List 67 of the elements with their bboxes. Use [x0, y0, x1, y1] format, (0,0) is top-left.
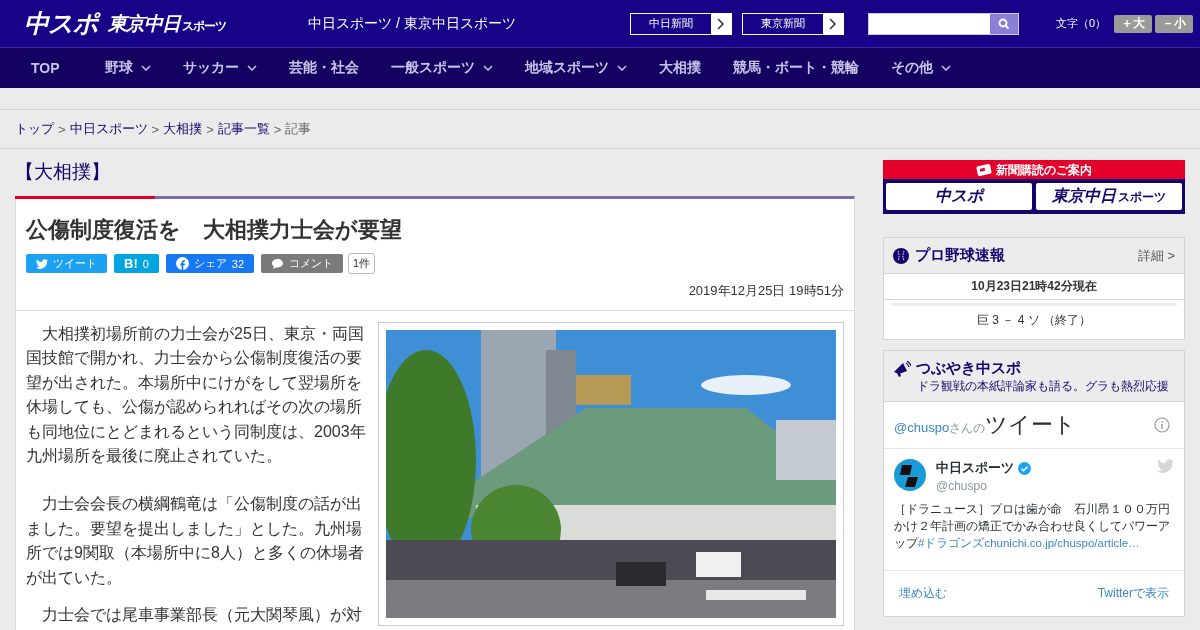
timeline-link[interactable]: Twitterで表示	[1097, 585, 1169, 602]
breadcrumb-separator: >	[206, 121, 214, 137]
chevron-down-icon	[246, 65, 257, 71]
article-link[interactable]: chunichi.co.jp/chuspo/article…	[984, 537, 1140, 549]
facebook-icon	[175, 257, 189, 270]
newspaper-link[interactable]: 中日新聞	[630, 12, 732, 35]
nav-item[interactable]: 野球	[104, 59, 151, 77]
breadcrumb-link[interactable]: 大相撲	[163, 120, 203, 138]
site-logo[interactable]: 東京中日スポーツ	[108, 10, 226, 37]
breadcrumb-link[interactable]: 中日スポーツ	[69, 120, 148, 138]
hashtag-link[interactable]: #ドラゴンズ	[918, 537, 985, 549]
info-icon[interactable]	[1154, 417, 1170, 433]
timeline-link[interactable]: 埋め込む	[899, 585, 947, 602]
chevron-down-icon	[482, 65, 493, 71]
avatar-icon[interactable]	[894, 459, 926, 491]
update-time: 10月23日21時42分現在	[884, 274, 1184, 300]
article-paragraph: 力士会では尾車事業部長（元大関琴風）が対	[41, 605, 363, 626]
bird-icon	[36, 258, 48, 269]
tweet-text: ［ドラニュース］プロは歯が命 石川昂１００万円かけ２年計画の矯正でかみ合わせ良くしてパワーアップ#ドラゴンズchunichi.co.jp/chuspo/article…	[894, 502, 1171, 551]
breadcrumb-separator: >	[58, 121, 66, 137]
subscribe-banner[interactable]: 新聞購読のご案内 中スポ 東京中日スポーツ	[883, 160, 1185, 214]
current-page-label: 記事	[285, 120, 312, 138]
baseball-icon	[893, 247, 909, 264]
nav-item[interactable]: サッカー	[182, 59, 257, 77]
nav-item[interactable]: TOP	[31, 60, 60, 76]
article-paragraph: 大相撲初場所前の力士会が25日、東京・両国国技館で開かれ、力士会から公傷制度復活の要望が出された。本場所中にけがをして翌場所を休場しても、公傷が認められればその次の場所も同地位にとどまれるという同制度は、2003年九州場所を最後に廃止されていた。	[26, 324, 366, 467]
nav-item[interactable]: その他	[890, 59, 951, 77]
breadcrumb-link[interactable]: トップ	[15, 120, 54, 138]
handle-link[interactable]: @chuspo	[894, 420, 950, 435]
breadcrumb-separator: >	[151, 121, 160, 137]
newspaper-logo[interactable]: 中スポ	[886, 183, 1032, 210]
chevron-down-icon	[140, 65, 151, 71]
box-subtitle: ドラ観戦の本紙評論家も語る。グラも熱烈応援	[917, 378, 1169, 395]
share-button[interactable]: シェア 32	[165, 254, 255, 273]
chevron-right-icon	[829, 17, 837, 30]
chevron-right-icon	[717, 17, 725, 30]
box-title: つぶやき中スポ	[916, 359, 1021, 378]
megaphone-icon	[893, 360, 911, 377]
newspaper-link[interactable]: 東京新聞	[742, 12, 844, 35]
newspaper-icon	[976, 164, 992, 176]
comment-count: 1件	[348, 253, 376, 274]
article-paragraph: 力士会会長の横綱鶴竜は「公傷制度の話が出ました。要望を提出しました」とした。九州場所では9関取（本場所中に8人）と多くの休場者が出ていた。	[26, 494, 365, 588]
nav-item[interactable]: 大相撲	[658, 59, 701, 77]
speech-bubble-icon	[271, 257, 285, 270]
text-size-label: 文字（0）	[1056, 16, 1107, 31]
nav-item[interactable]: 一般スポーツ	[390, 59, 493, 77]
chevron-down-icon	[616, 65, 627, 71]
breadcrumb-link[interactable]: 記事一覧	[217, 120, 270, 138]
details-link[interactable]: 詳細 >	[1137, 246, 1175, 265]
share-button[interactable]: コメント	[261, 254, 344, 273]
nav-item[interactable]: 芸能・社会	[288, 59, 359, 77]
account-name[interactable]: 中日スポーツ	[936, 459, 1014, 477]
banner-title: 新聞購読のご案内	[996, 161, 1092, 179]
article-date: 2019年12月25日 19時51分	[687, 282, 844, 300]
chevron-down-icon	[940, 65, 951, 71]
box-title: プロ野球速報	[915, 246, 1005, 265]
nav-item[interactable]: 地域スポーツ	[524, 59, 627, 77]
breadcrumb-separator: >	[273, 121, 282, 137]
category-heading: 【大相撲】	[15, 160, 111, 184]
search-icon[interactable]	[990, 13, 1018, 34]
game-result[interactable]: 巨 3 － 4 ソ （終了）	[891, 303, 1177, 339]
nav-item[interactable]: 競馬・ボート・競輪	[732, 59, 859, 77]
newspaper-logo[interactable]: 東京中日スポーツ	[1036, 183, 1182, 210]
site-title: 中日スポーツ / 東京中日スポーツ	[308, 14, 517, 33]
search-field[interactable]	[868, 12, 1019, 35]
timeline-heading: @chuspoさんのツイート	[894, 411, 1077, 439]
article-title: 公傷制度復活を 大相撲力士会が要望	[26, 216, 403, 244]
